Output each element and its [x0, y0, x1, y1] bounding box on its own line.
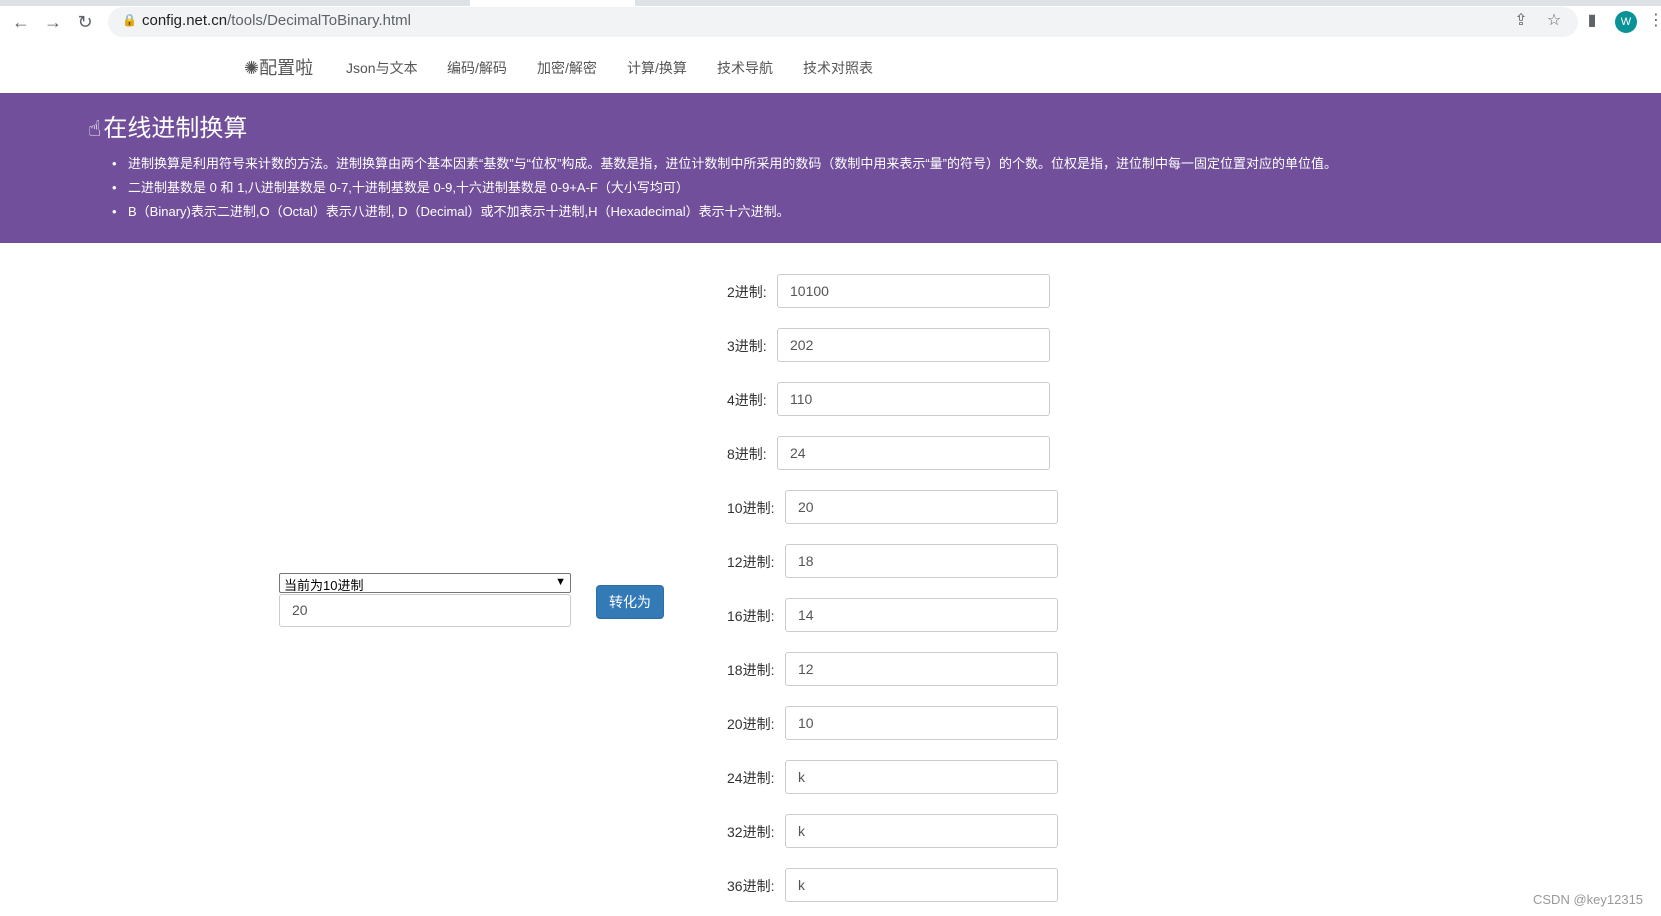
result-output-field[interactable]: 202 [777, 328, 1050, 362]
back-icon[interactable]: ← [11, 12, 31, 32]
url-path: /tools/DecimalToBinary.html [227, 12, 412, 29]
nav-link-tech-nav[interactable]: 技术导航 [717, 58, 773, 78]
convert-button[interactable]: 转化为 [596, 585, 664, 619]
intro-list: 进制换算是利用符号来计数的方法。进制换算由两个基本因素“基数”与“位权”构成。基… [112, 154, 1337, 226]
url-text[interactable]: config.net.cn/tools/DecimalToBinary.html [142, 12, 411, 29]
result-output-field[interactable]: 10 [785, 706, 1058, 740]
base-select[interactable]: 当前为10进制 ▼ [279, 573, 571, 593]
intro-item: 进制换算是利用符号来计数的方法。进制换算由两个基本因素“基数”与“位权”构成。基… [112, 154, 1337, 178]
result-label: 36进制: [727, 878, 775, 894]
forward-icon[interactable]: → [43, 12, 63, 32]
url-host: config.net.cn [142, 12, 228, 29]
result-label: 10进制: [727, 500, 775, 516]
page-title-text: 在线进制换算 [103, 115, 248, 142]
result-label: 32进制: [727, 824, 775, 840]
result-label: 4进制: [727, 392, 767, 408]
result-output-field[interactable]: 14 [785, 598, 1058, 632]
chevron-down-icon: ▼ [555, 576, 566, 588]
page-title: ☝在线进制换算 [88, 108, 247, 143]
result-label: 3进制: [727, 338, 767, 354]
result-output-field[interactable]: 12 [785, 652, 1058, 686]
result-label: 20进制: [727, 716, 775, 732]
watermark: CSDN @key12315 [1533, 892, 1644, 907]
nav-link-tech-table[interactable]: 技术对照表 [803, 58, 873, 78]
side-panel-icon[interactable]: ▮ [1582, 11, 1602, 31]
star-icon[interactable]: ☆ [1544, 11, 1564, 31]
intro-item: B（Binary)表示二进制,O（Octal）表示八进制, D（Decimal）… [112, 202, 1337, 226]
result-output-field[interactable]: k [785, 760, 1058, 794]
menu-icon[interactable]: ⋮ [1648, 11, 1661, 31]
browser-toolbar: ← → ↻ 🔒 config.net.cn/tools/DecimalToBin… [0, 0, 1661, 43]
result-label: 24进制: [727, 770, 775, 786]
result-output-field[interactable]: 24 [777, 436, 1050, 470]
hand-icon: ☝ [88, 116, 102, 141]
result-label: 16进制: [727, 608, 775, 624]
nav-link-encrypt[interactable]: 加密/解密 [537, 58, 597, 78]
nav-link-calc[interactable]: 计算/换算 [627, 58, 687, 78]
result-output-field[interactable]: 110 [777, 382, 1050, 416]
result-output-field[interactable]: 18 [785, 544, 1058, 578]
lock-icon[interactable]: 🔒 [122, 13, 137, 27]
intro-item: 二进制基数是 0 和 1,八进制基数是 0-7,十进制基数是 0-9,十六进制基… [112, 178, 1337, 202]
source-number-input[interactable]: 20 [279, 594, 571, 627]
result-output-field[interactable]: 20 [785, 490, 1058, 524]
active-tab[interactable] [470, 0, 635, 6]
share-icon[interactable]: ⇪ [1511, 11, 1531, 31]
result-output-field[interactable]: 10100 [777, 274, 1050, 308]
result-label: 8进制: [727, 446, 767, 462]
reload-icon[interactable]: ↻ [75, 12, 95, 32]
result-output-field[interactable]: k [785, 868, 1058, 902]
base-select-value: 当前为10进制 [284, 578, 364, 593]
nav-link-json[interactable]: Json与文本 [346, 58, 418, 78]
nav-link-encode[interactable]: 编码/解码 [447, 58, 507, 78]
profile-avatar[interactable]: W [1615, 11, 1637, 33]
result-label: 12进制: [727, 554, 775, 570]
result-output-field[interactable]: k [785, 814, 1058, 848]
result-label: 2进制: [727, 284, 767, 300]
brand-logo[interactable]: ✺配置啦 [244, 54, 313, 80]
result-label: 18进制: [727, 662, 775, 678]
tab-strip [0, 0, 1661, 6]
